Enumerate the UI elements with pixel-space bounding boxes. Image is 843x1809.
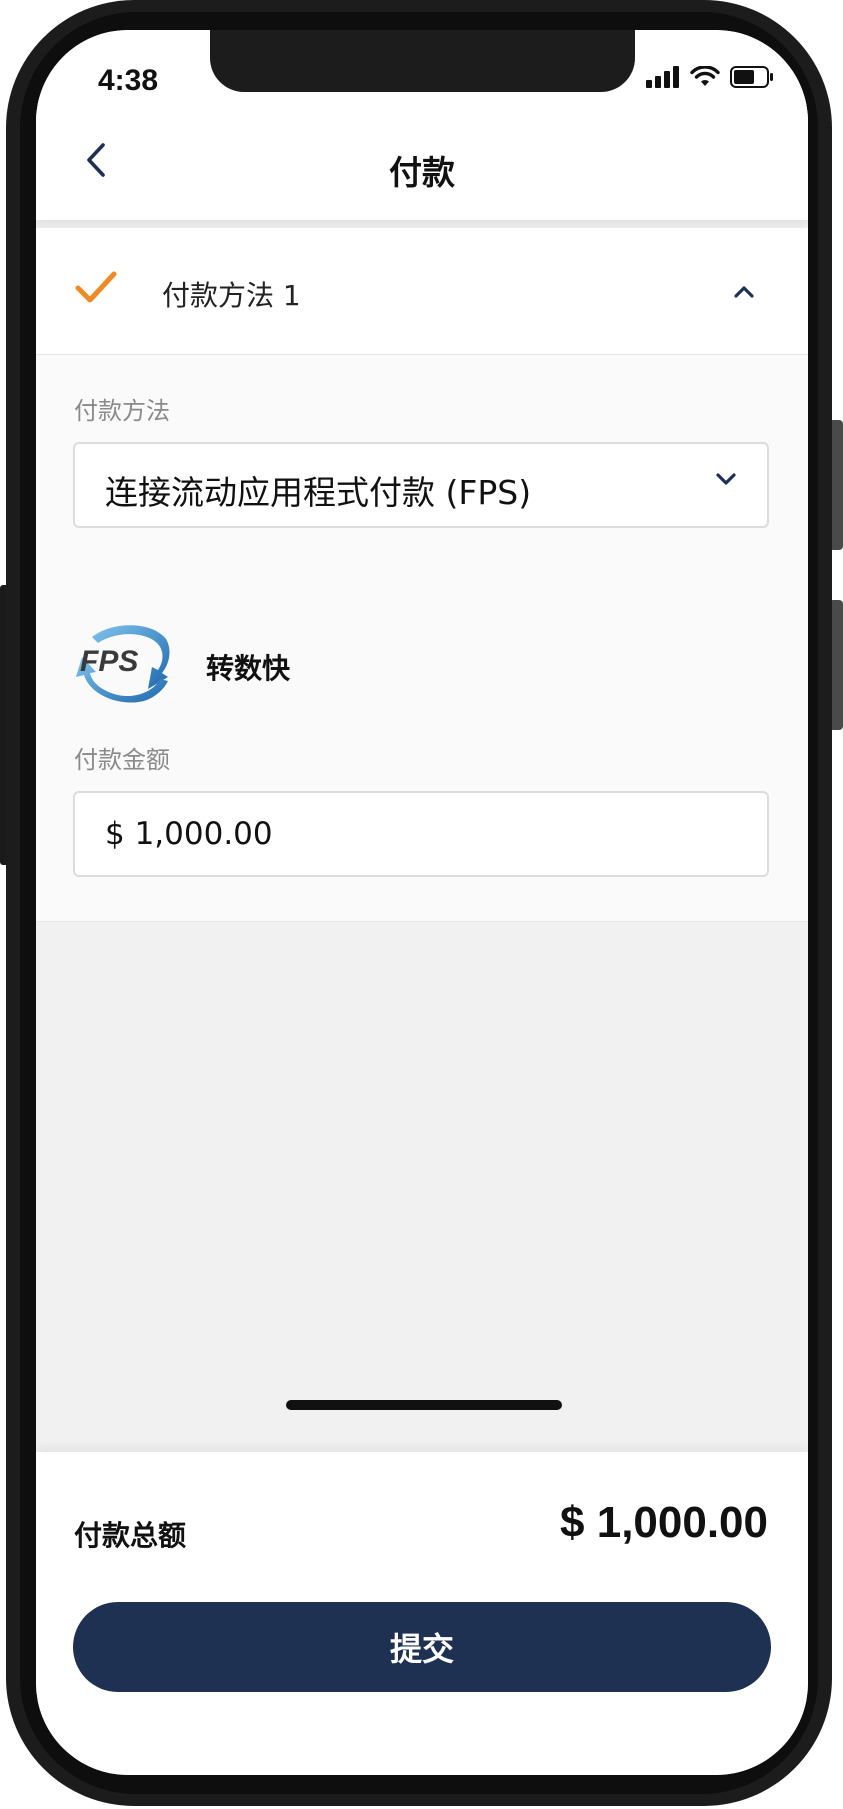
device-mockup: 4:38 付款 付款方法 1 付款方法 连接流动应用程式付款 (FPS) FPS… <box>0 0 843 1809</box>
payment-provider-name: 转数快 <box>206 652 291 685</box>
submit-button[interactable]: 提交 <box>73 1602 771 1692</box>
home-indicator[interactable] <box>286 1400 562 1410</box>
payment-form: 付款方法 连接流动应用程式付款 (FPS) FPS 转数快 付款金额 $ 1,0… <box>36 355 808 922</box>
page-title: 付款 <box>389 153 455 192</box>
collapse-section-button[interactable] <box>726 274 762 310</box>
navigation-bar: 付款 <box>36 100 808 220</box>
chevron-down-icon <box>716 473 736 485</box>
status-time: 4:38 <box>98 64 159 97</box>
total-amount-label: 付款总额 <box>74 1519 187 1552</box>
fps-logo: FPS <box>76 625 170 703</box>
cellular-signal-icon <box>646 66 679 88</box>
status-icons <box>646 66 774 88</box>
chevron-up-icon <box>734 286 754 298</box>
payment-summary-panel: 付款总额 $ 1,000.00 提交 <box>36 1452 808 1775</box>
payment-amount-input[interactable] <box>73 791 769 877</box>
payment-method-section-header[interactable]: 付款方法 1 <box>36 228 808 355</box>
payment-amount-label: 付款金额 <box>74 746 170 774</box>
section-title: 付款方法 1 <box>162 279 301 312</box>
device-notch <box>210 30 635 92</box>
battery-icon <box>730 66 773 88</box>
payment-method-select[interactable]: 连接流动应用程式付款 (FPS) <box>73 442 769 528</box>
fps-logo-text: FPS <box>80 645 138 678</box>
payment-method-label: 付款方法 <box>74 397 170 425</box>
total-amount-value: $ 1,000.00 <box>560 1498 768 1547</box>
phone-screen: 4:38 付款 付款方法 1 付款方法 连接流动应用程式付款 (FPS) FPS… <box>36 30 808 1775</box>
checkmark-icon <box>75 271 117 303</box>
payment-method-value: 连接流动应用程式付款 (FPS) <box>105 473 532 512</box>
wifi-icon <box>690 66 720 86</box>
